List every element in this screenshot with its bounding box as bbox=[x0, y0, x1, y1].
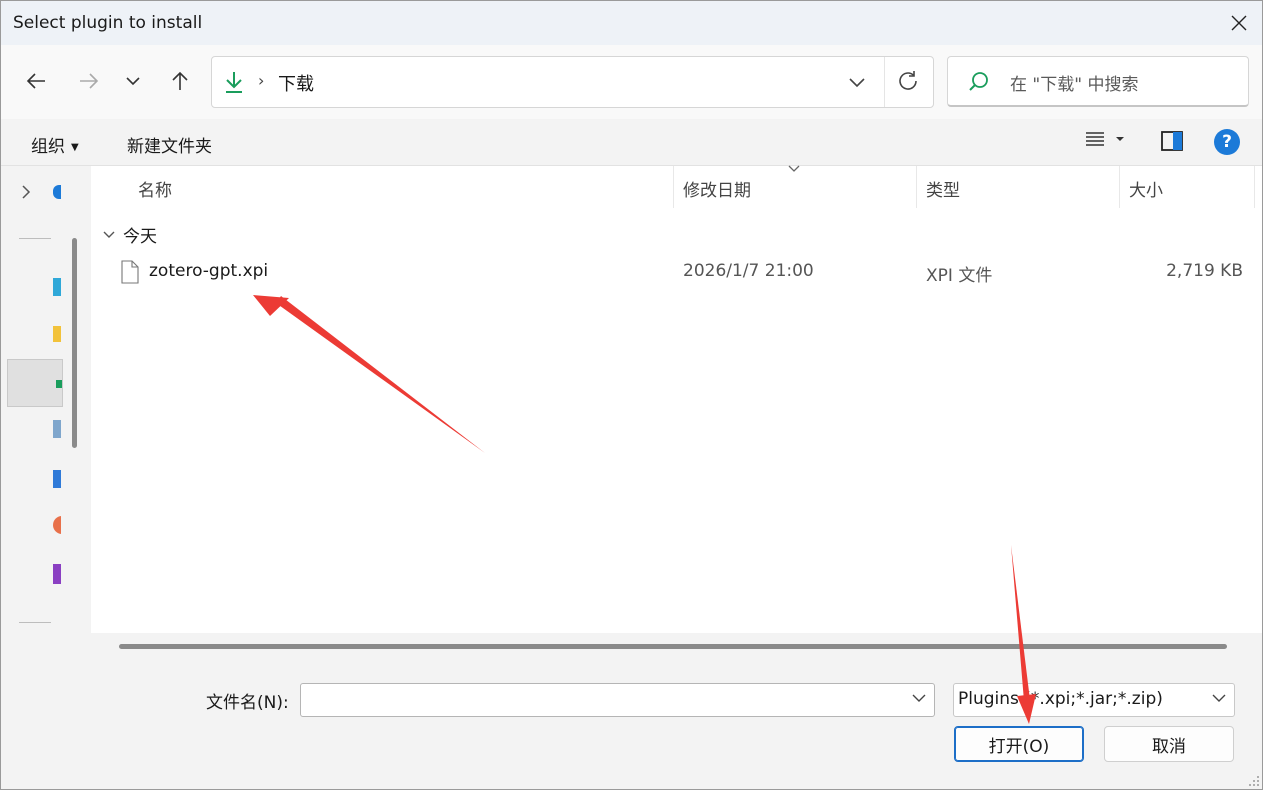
downloads-icon bbox=[56, 380, 62, 388]
chevron-down-icon bbox=[1212, 694, 1226, 702]
pictures-icon[interactable] bbox=[53, 470, 61, 488]
column-divider[interactable] bbox=[1119, 166, 1120, 208]
file-size: 2,719 KB bbox=[1166, 261, 1243, 281]
scrollbar-thumb[interactable] bbox=[72, 238, 77, 448]
help-icon[interactable]: ? bbox=[1214, 129, 1240, 155]
divider bbox=[884, 57, 885, 107]
expand-chevron-icon[interactable] bbox=[21, 184, 31, 200]
folder-icon[interactable] bbox=[53, 326, 61, 342]
up-button[interactable] bbox=[162, 63, 198, 99]
chevron-down-icon[interactable] bbox=[848, 71, 866, 93]
recent-locations-button[interactable] bbox=[115, 63, 151, 99]
window-title: Select plugin to install bbox=[13, 13, 203, 33]
filetype-value: Plugins (*.xpi;*.jar;*.zip) bbox=[958, 689, 1163, 709]
filetype-select[interactable]: Plugins (*.xpi;*.jar;*.zip) bbox=[953, 683, 1235, 717]
chevron-down-icon bbox=[126, 77, 140, 86]
new-folder-button[interactable]: 新建文件夹 bbox=[127, 132, 212, 157]
search-box[interactable]: 在 "下载" 中搜索 bbox=[947, 56, 1249, 107]
column-size[interactable]: 大小 bbox=[1129, 176, 1163, 201]
filename-label: 文件名(N): bbox=[206, 693, 289, 713]
navigation-scrollbar[interactable] bbox=[63, 166, 89, 659]
cancel-button[interactable]: 取消 bbox=[1104, 726, 1234, 762]
file-name[interactable]: zotero-gpt.xpi bbox=[149, 261, 268, 281]
nav-item-downloads-selected[interactable] bbox=[7, 359, 63, 407]
bottom-panel: 文件名(N): Plugins (*.xpi;*.jar;*.zip) 打开(O… bbox=[1, 659, 1262, 789]
file-icon bbox=[121, 260, 139, 284]
search-placeholder: 在 "下载" 中搜索 bbox=[1010, 75, 1139, 95]
back-button[interactable] bbox=[18, 63, 54, 99]
column-name[interactable]: 名称 bbox=[138, 176, 172, 201]
column-header-row: 名称 修改日期 类型 大小 bbox=[91, 165, 1262, 208]
forward-button[interactable] bbox=[71, 63, 107, 99]
file-date: 2026/1/7 21:00 bbox=[683, 261, 814, 281]
file-type: XPI 文件 bbox=[926, 266, 993, 286]
chevron-down-icon[interactable] bbox=[912, 693, 926, 703]
download-icon bbox=[226, 72, 242, 93]
filename-combobox[interactable] bbox=[300, 683, 935, 717]
sort-descending-icon bbox=[788, 165, 800, 172]
divider bbox=[19, 622, 51, 623]
horizontal-scrollbar[interactable] bbox=[91, 633, 1262, 659]
file-dialog: Select plugin to install › 下载 在 "下载" 中搜索… bbox=[0, 0, 1263, 790]
column-divider[interactable] bbox=[1254, 166, 1255, 208]
breadcrumb-folder[interactable]: 下载 bbox=[278, 70, 314, 96]
address-bar[interactable]: › 下载 bbox=[211, 56, 934, 108]
group-header-today[interactable]: 今天 bbox=[103, 222, 157, 247]
resize-grip-icon[interactable] bbox=[1246, 773, 1260, 787]
arrow-up-icon bbox=[172, 71, 188, 90]
documents-icon[interactable] bbox=[53, 420, 61, 438]
file-list: 名称 修改日期 类型 大小 今天 zotero-gpt.xpi 2026/1/7… bbox=[91, 165, 1262, 659]
videos-icon[interactable] bbox=[53, 564, 61, 584]
title-bar: Select plugin to install bbox=[1, 1, 1262, 45]
collapse-chevron-icon bbox=[103, 231, 115, 238]
organize-menu-button[interactable]: 组织 ▼ bbox=[31, 132, 79, 157]
command-bar: 组织 ▼ 新建文件夹 bbox=[1, 119, 1262, 166]
column-type[interactable]: 类型 bbox=[926, 176, 960, 201]
refresh-icon[interactable] bbox=[896, 69, 920, 93]
navigation-pane bbox=[1, 166, 61, 659]
column-divider[interactable] bbox=[673, 166, 674, 208]
breadcrumb-separator: › bbox=[258, 71, 265, 90]
group-label: 今天 bbox=[123, 227, 157, 247]
divider bbox=[19, 238, 51, 239]
preview-pane-icon bbox=[1161, 131, 1183, 151]
open-button[interactable]: 打开(O) bbox=[954, 726, 1084, 762]
caret-down-icon bbox=[1116, 137, 1124, 141]
column-date[interactable]: 修改日期 bbox=[683, 176, 751, 201]
home-icon[interactable] bbox=[53, 185, 61, 199]
search-icon bbox=[969, 72, 988, 91]
arrow-left-icon bbox=[26, 73, 45, 89]
close-button[interactable] bbox=[1216, 1, 1262, 45]
arrow-right-icon bbox=[80, 73, 99, 89]
scrollbar-thumb[interactable] bbox=[119, 644, 1227, 649]
list-view-icon bbox=[1086, 132, 1104, 146]
column-divider[interactable] bbox=[916, 166, 917, 208]
desktop-icon[interactable] bbox=[53, 278, 61, 296]
file-row[interactable]: zotero-gpt.xpi 2026/1/7 21:00 XPI 文件 2,7… bbox=[91, 256, 1262, 290]
preview-pane-button[interactable] bbox=[1161, 131, 1183, 155]
view-options-button[interactable] bbox=[1085, 131, 1125, 147]
music-icon[interactable] bbox=[53, 516, 61, 534]
close-icon bbox=[1231, 15, 1247, 31]
